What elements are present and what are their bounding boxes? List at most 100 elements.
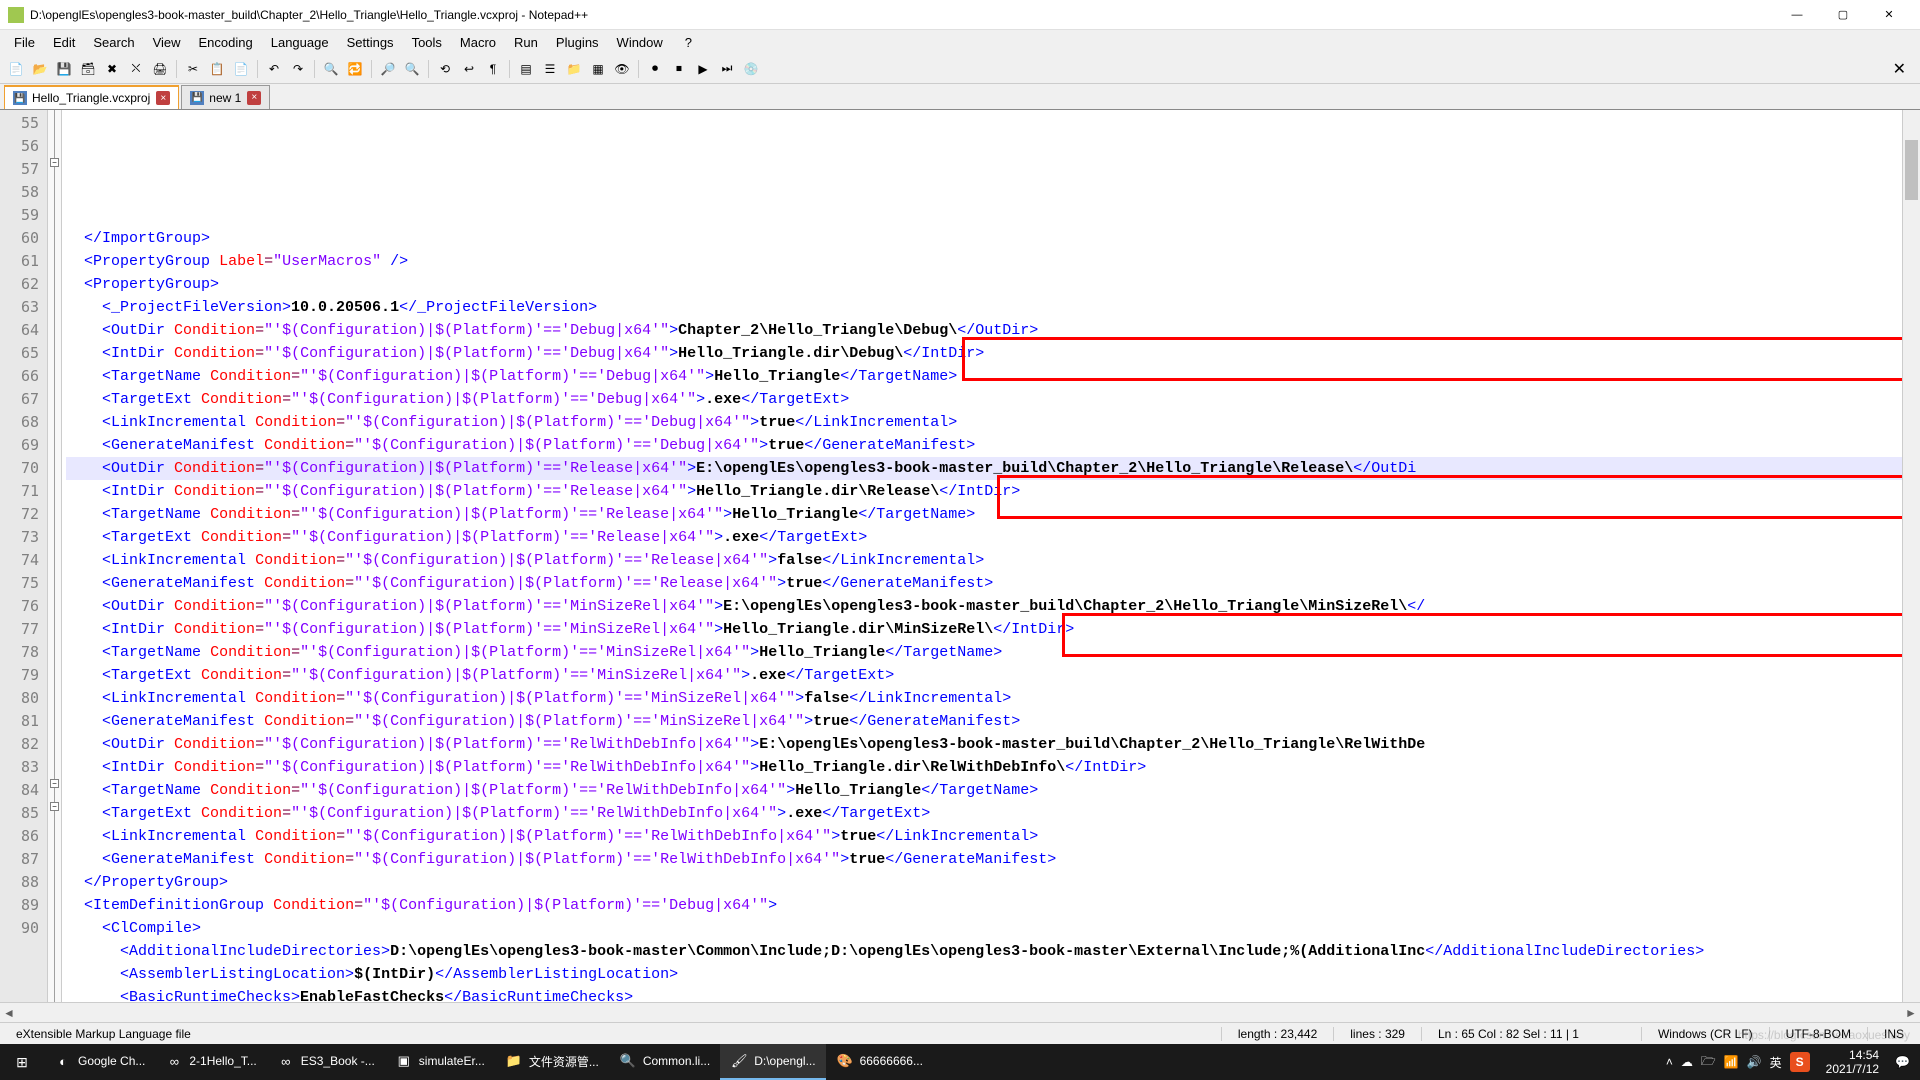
taskbar-item[interactable]: 🖌D:\opengl... — [720, 1044, 825, 1080]
code-line[interactable]: <TargetName Condition="'$(Configuration)… — [66, 779, 1920, 802]
windows-taskbar[interactable]: ⊞◐Google Ch...∞2-1Hello_T...∞ES3_Book -.… — [0, 1044, 1920, 1080]
fold-box-icon[interactable]: − — [50, 158, 59, 167]
code-line[interactable]: <PropertyGroup Label="UserMacros" /> — [66, 250, 1920, 273]
notification-icon[interactable]: 💬 — [1895, 1055, 1910, 1069]
code-line[interactable]: <GenerateManifest Condition="'$(Configur… — [66, 848, 1920, 871]
taskbar-item[interactable]: 📁文件资源管... — [495, 1044, 609, 1080]
menu-language[interactable]: Language — [263, 32, 337, 53]
fold-box-icon[interactable]: − — [50, 779, 59, 788]
indent-guide-icon[interactable]: ▤ — [516, 59, 536, 79]
code-line[interactable]: <IntDir Condition="'$(Configuration)|$(P… — [66, 480, 1920, 503]
zoom-out-icon[interactable]: 🔍 — [402, 59, 422, 79]
zoom-in-icon[interactable]: 🔎 — [378, 59, 398, 79]
code-line[interactable]: </ImportGroup> — [66, 227, 1920, 250]
cut-icon[interactable]: ✂ — [183, 59, 203, 79]
start-button[interactable]: ⊞ — [0, 1044, 44, 1080]
open-file-icon[interactable]: 📂 — [30, 59, 50, 79]
monitor-icon[interactable]: 👁 — [612, 59, 632, 79]
menu-file[interactable]: File — [6, 32, 43, 53]
ime-icon[interactable]: S — [1790, 1052, 1810, 1072]
code-line[interactable]: <IntDir Condition="'$(Configuration)|$(P… — [66, 342, 1920, 365]
code-line[interactable]: <LinkIncremental Condition="'$(Configura… — [66, 687, 1920, 710]
menu-edit[interactable]: Edit — [45, 32, 83, 53]
code-line[interactable]: <LinkIncremental Condition="'$(Configura… — [66, 549, 1920, 572]
code-line[interactable]: <TargetExt Condition="'$(Configuration)|… — [66, 802, 1920, 825]
menu-tools[interactable]: Tools — [404, 32, 450, 53]
tray-icon[interactable]: 🗁 — [1701, 1052, 1716, 1073]
taskbar-item[interactable]: ∞ES3_Book -... — [267, 1044, 385, 1080]
tray-icon[interactable]: ☁ — [1681, 1055, 1693, 1069]
wrap-icon[interactable]: ↩ — [459, 59, 479, 79]
horizontal-scrollbar[interactable]: ◄ ► — [0, 1002, 1920, 1022]
code-line[interactable]: <TargetName Condition="'$(Configuration)… — [66, 641, 1920, 664]
code-line[interactable]: <TargetExt Condition="'$(Configuration)|… — [66, 664, 1920, 687]
scroll-right-icon[interactable]: ► — [1902, 1004, 1920, 1022]
taskbar-item[interactable]: 🎨66666666... — [826, 1044, 933, 1080]
redo-icon[interactable]: ↷ — [288, 59, 308, 79]
code-line[interactable]: <AdditionalIncludeDirectories>D:\openglE… — [66, 940, 1920, 963]
show-all-icon[interactable]: ¶ — [483, 59, 503, 79]
vertical-scrollbar[interactable] — [1902, 110, 1920, 1002]
sync-icon[interactable]: ⟲ — [435, 59, 455, 79]
save-macro-icon[interactable]: 💿 — [741, 59, 761, 79]
code-line[interactable]: <TargetName Condition="'$(Configuration)… — [66, 503, 1920, 526]
play-icon[interactable]: ▶ — [693, 59, 713, 79]
tray-icon[interactable]: 📶 — [1724, 1055, 1739, 1069]
status-eol[interactable]: Windows (CR LF) — [1641, 1027, 1769, 1041]
code-line[interactable]: <TargetExt Condition="'$(Configuration)|… — [66, 388, 1920, 411]
code-line[interactable]: <TargetName Condition="'$(Configuration)… — [66, 365, 1920, 388]
replace-icon[interactable]: 🔁 — [345, 59, 365, 79]
close-all-icon[interactable]: ⛌ — [126, 59, 146, 79]
code-line[interactable]: <ItemDefinitionGroup Condition="'$(Confi… — [66, 894, 1920, 917]
tray-icon[interactable]: ˄ — [1666, 1055, 1673, 1069]
code-line[interactable]: <IntDir Condition="'$(Configuration)|$(P… — [66, 618, 1920, 641]
code-line[interactable]: <IntDir Condition="'$(Configuration)|$(P… — [66, 756, 1920, 779]
code-line[interactable]: <LinkIncremental Condition="'$(Configura… — [66, 825, 1920, 848]
save-icon[interactable]: 💾 — [54, 59, 74, 79]
code-line[interactable]: <GenerateManifest Condition="'$(Configur… — [66, 434, 1920, 457]
close-file-icon[interactable]: ✖ — [102, 59, 122, 79]
tab-new-1[interactable]: 💾new 1× — [181, 85, 270, 109]
maximize-button[interactable]: ▢ — [1820, 0, 1866, 30]
func-list-icon[interactable]: ☰ — [540, 59, 560, 79]
play-multi-icon[interactable]: ⏭ — [717, 59, 737, 79]
menu-window[interactable]: Window — [609, 32, 671, 53]
system-tray[interactable]: ˄ ☁ 🗁 📶 🔊 英S 14:542021/7/12 💬 — [1656, 1048, 1920, 1077]
tray-icon[interactable]: 🔊 — [1747, 1055, 1762, 1069]
menu-search[interactable]: Search — [85, 32, 142, 53]
save-all-icon[interactable]: 🗃 — [78, 59, 98, 79]
code-line[interactable]: <GenerateManifest Condition="'$(Configur… — [66, 710, 1920, 733]
fold-margin[interactable]: − − − — [48, 110, 62, 1002]
code-line[interactable]: <OutDir Condition="'$(Configuration)|$(P… — [66, 733, 1920, 756]
stop-icon[interactable]: ⏹ — [669, 59, 689, 79]
code-line[interactable]: <OutDir Condition="'$(Configuration)|$(P… — [66, 319, 1920, 342]
find-icon[interactable]: 🔍 — [321, 59, 341, 79]
editor-area[interactable]: 5556575859606162636465666768697071727374… — [0, 110, 1920, 1002]
taskbar-clock[interactable]: 14:542021/7/12 — [1818, 1048, 1887, 1077]
menu-macro[interactable]: Macro — [452, 32, 504, 53]
taskbar-item[interactable]: 🔍Common.li... — [609, 1044, 720, 1080]
menu-plugins[interactable]: Plugins — [548, 32, 607, 53]
tray-icon[interactable]: 英 — [1770, 1054, 1782, 1071]
folder-icon[interactable]: 📁 — [564, 59, 584, 79]
status-encoding[interactable]: UTF-8-BOM — [1769, 1027, 1867, 1041]
code-line[interactable]: <TargetExt Condition="'$(Configuration)|… — [66, 526, 1920, 549]
close-button[interactable]: ✕ — [1866, 0, 1912, 30]
code-line[interactable]: <_ProjectFileVersion>10.0.20506.1</_Proj… — [66, 296, 1920, 319]
paste-icon[interactable]: 📄 — [231, 59, 251, 79]
menu-view[interactable]: View — [145, 32, 189, 53]
code-line[interactable]: <OutDir Condition="'$(Configuration)|$(P… — [66, 595, 1920, 618]
tab-close-icon[interactable]: × — [247, 91, 261, 105]
tab-close-icon[interactable]: × — [156, 91, 170, 105]
code-content[interactable]: </ImportGroup> <PropertyGroup Label="Use… — [62, 110, 1920, 1002]
taskbar-item[interactable]: ∞2-1Hello_T... — [155, 1044, 266, 1080]
tab-hello-triangle-vcxproj[interactable]: 💾Hello_Triangle.vcxproj× — [4, 85, 179, 109]
code-line[interactable]: <AssemblerListingLocation>$(IntDir)</Ass… — [66, 963, 1920, 986]
code-line[interactable]: <OutDir Condition="'$(Configuration)|$(P… — [66, 457, 1920, 480]
new-file-icon[interactable]: 📄 — [6, 59, 26, 79]
menu-?[interactable]: ? — [677, 32, 700, 53]
scroll-left-icon[interactable]: ◄ — [0, 1004, 18, 1022]
print-icon[interactable]: 🖨 — [150, 59, 170, 79]
code-line[interactable]: </PropertyGroup> — [66, 871, 1920, 894]
code-line[interactable]: <PropertyGroup> — [66, 273, 1920, 296]
